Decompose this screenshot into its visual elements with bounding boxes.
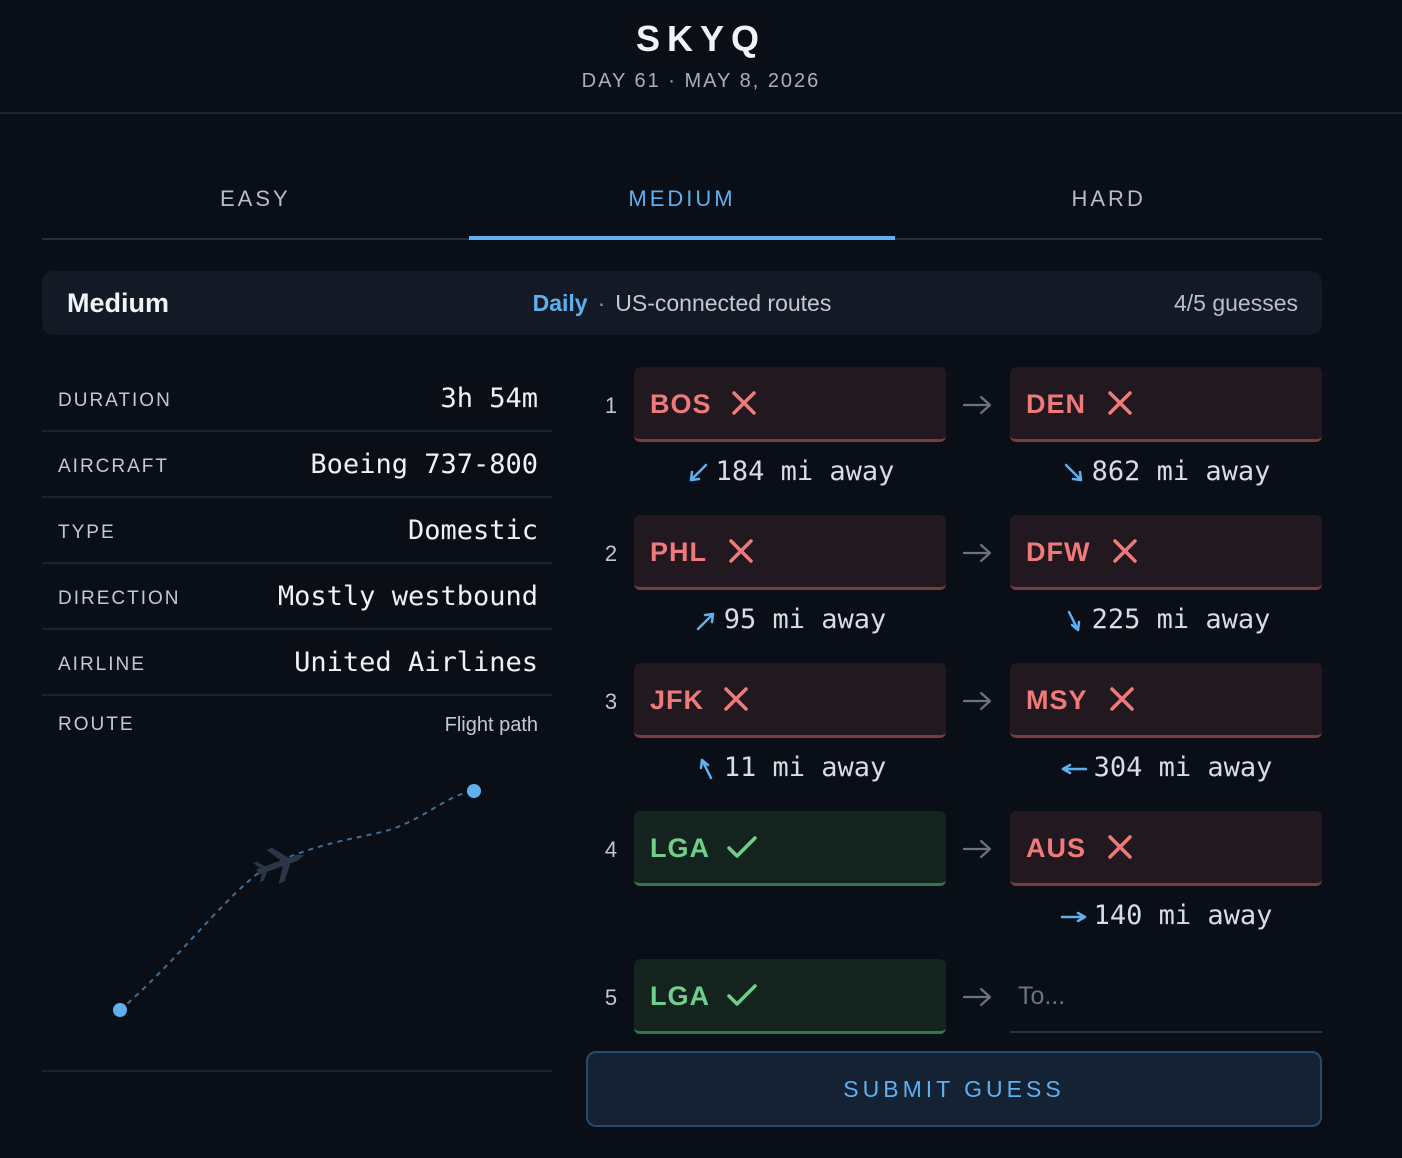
type-value: Domestic [407, 515, 538, 546]
guess-from-box[interactable]: LGA [634, 811, 946, 886]
arrow-southwest-icon [689, 463, 707, 481]
x-icon [724, 687, 748, 711]
airport-code: AUS [1026, 833, 1087, 863]
arrow-right-icon [962, 543, 992, 563]
info-direction: DIRECTION Mostly westbound [42, 564, 552, 630]
arrow-right-icon [962, 839, 992, 859]
distance-hint: 11 mi away [634, 752, 946, 783]
plane-icon [253, 847, 305, 884]
type-label: TYPE [58, 522, 116, 543]
app-logo: SKYQ [635, 18, 767, 59]
distance-hint: 140 mi away [1010, 900, 1322, 931]
guess-to-box[interactable]: MSY [1010, 663, 1322, 738]
x-icon [1108, 391, 1132, 415]
info-route: ROUTE Flight path [42, 696, 552, 752]
x-icon [1113, 539, 1137, 563]
guess-number: 4 [604, 837, 618, 862]
guess-counter: 4/5 guesses [1173, 290, 1298, 316]
distance-hint: 184 mi away [634, 456, 946, 487]
arrow-north-northwest-icon [699, 758, 712, 779]
guess-to-box[interactable]: DFW [1010, 515, 1322, 590]
guess-number: 3 [604, 689, 618, 714]
info-aircraft: AIRCRAFT Boeing 737-800 [42, 432, 552, 498]
airport-code: DFW [1026, 537, 1091, 567]
distance-text: 95 mi away [723, 604, 887, 635]
airport-code: DEN [1026, 389, 1087, 419]
daily-label: Daily [532, 290, 588, 316]
aircraft-label: AIRCRAFT [58, 456, 169, 477]
airport-code: PHL [650, 537, 707, 567]
guess-number: 5 [604, 985, 618, 1010]
guess-from-box[interactable]: JFK [634, 663, 946, 738]
duration-value: 3h 54m [440, 383, 538, 414]
arrow-west-icon [1061, 763, 1087, 774]
guess-from-box[interactable]: PHL [634, 515, 946, 590]
destination-dot [467, 784, 481, 798]
submit-guess-button[interactable]: SUBMIT GUESS [586, 1051, 1322, 1127]
guess-number: 2 [604, 541, 618, 566]
info-airline: AIRLINE United Airlines [42, 630, 552, 696]
x-icon [1110, 687, 1134, 711]
distance-hint: 304 mi away [1010, 752, 1322, 783]
tab-easy[interactable]: EASY [42, 160, 469, 238]
arrow-right-icon [962, 691, 992, 711]
route-scope: US-connected routes [615, 290, 832, 316]
difficulty-tabs: EASY MEDIUM HARD [42, 160, 1322, 240]
route-label: ROUTE [58, 714, 135, 735]
arrow-southeast-icon [1064, 463, 1082, 481]
flight-path-map [42, 756, 552, 1072]
info-duration: DURATION 3h 54m [42, 366, 552, 432]
arrow-south-southeast-icon [1067, 610, 1080, 631]
mode-bar: Medium Daily · US-connected routes 4/5 gue… [42, 271, 1322, 335]
direction-label: DIRECTION [58, 588, 181, 609]
distance-hint: 862 mi away [1010, 456, 1322, 487]
distance-text: 862 mi away [1091, 456, 1271, 487]
check-icon [727, 984, 757, 1006]
app-header: SKYQ DAY 61 · MAY 8, 2026 [0, 0, 1402, 114]
destination-input[interactable] [1010, 961, 1322, 1033]
airport-code: MSY [1026, 685, 1088, 715]
guess-to-box[interactable]: AUS [1010, 811, 1322, 886]
distance-text: 140 mi away [1093, 900, 1273, 931]
mode-description: Daily · US-connected routes [42, 290, 1322, 317]
flight-path-line [119, 790, 475, 1011]
arrow-right-icon [962, 395, 992, 415]
airline-label: AIRLINE [58, 654, 146, 675]
flight-path-svg [113, 784, 481, 1017]
x-icon [732, 391, 756, 415]
arrow-right-icon [962, 987, 992, 1007]
guess-to-box[interactable]: DEN [1010, 367, 1322, 442]
distance-text: 11 mi away [723, 752, 887, 783]
tab-hard[interactable]: HARD [895, 160, 1322, 238]
airport-code: LGA [650, 833, 710, 863]
duration-label: DURATION [58, 390, 172, 411]
airport-code: BOS [650, 389, 712, 419]
route-value: Flight path [444, 714, 538, 736]
airport-code: JFK [650, 685, 705, 715]
tab-medium[interactable]: MEDIUM [468, 160, 896, 240]
x-icon [1108, 835, 1132, 859]
airport-code: LGA [650, 981, 710, 1011]
aircraft-value: Boeing 737-800 [310, 449, 538, 480]
direction-value: Mostly westbound [277, 581, 538, 612]
guess-number: 1 [604, 393, 618, 418]
distance-hint: 95 mi away [634, 604, 946, 635]
guess-from-box[interactable]: BOS [634, 367, 946, 442]
origin-dot [113, 1003, 127, 1017]
distance-text: 225 mi away [1091, 604, 1271, 635]
arrow-east-icon [1060, 911, 1086, 922]
separator-dot: · [597, 290, 606, 316]
arrow-northeast-icon [696, 612, 714, 630]
current-from-box[interactable]: LGA [634, 959, 946, 1034]
check-icon [727, 836, 757, 858]
day-date: DAY 61 · MAY 8, 2026 [581, 70, 821, 92]
flight-info: DURATION 3h 54m AIRCRAFT Boeing 737-800 … [42, 366, 552, 752]
info-type: TYPE Domestic [42, 498, 552, 564]
x-icon [729, 539, 753, 563]
distance-hint: 225 mi away [1010, 604, 1322, 635]
distance-text: 184 mi away [715, 456, 895, 487]
distance-text: 304 mi away [1093, 752, 1273, 783]
airline-value: United Airlines [294, 647, 538, 678]
